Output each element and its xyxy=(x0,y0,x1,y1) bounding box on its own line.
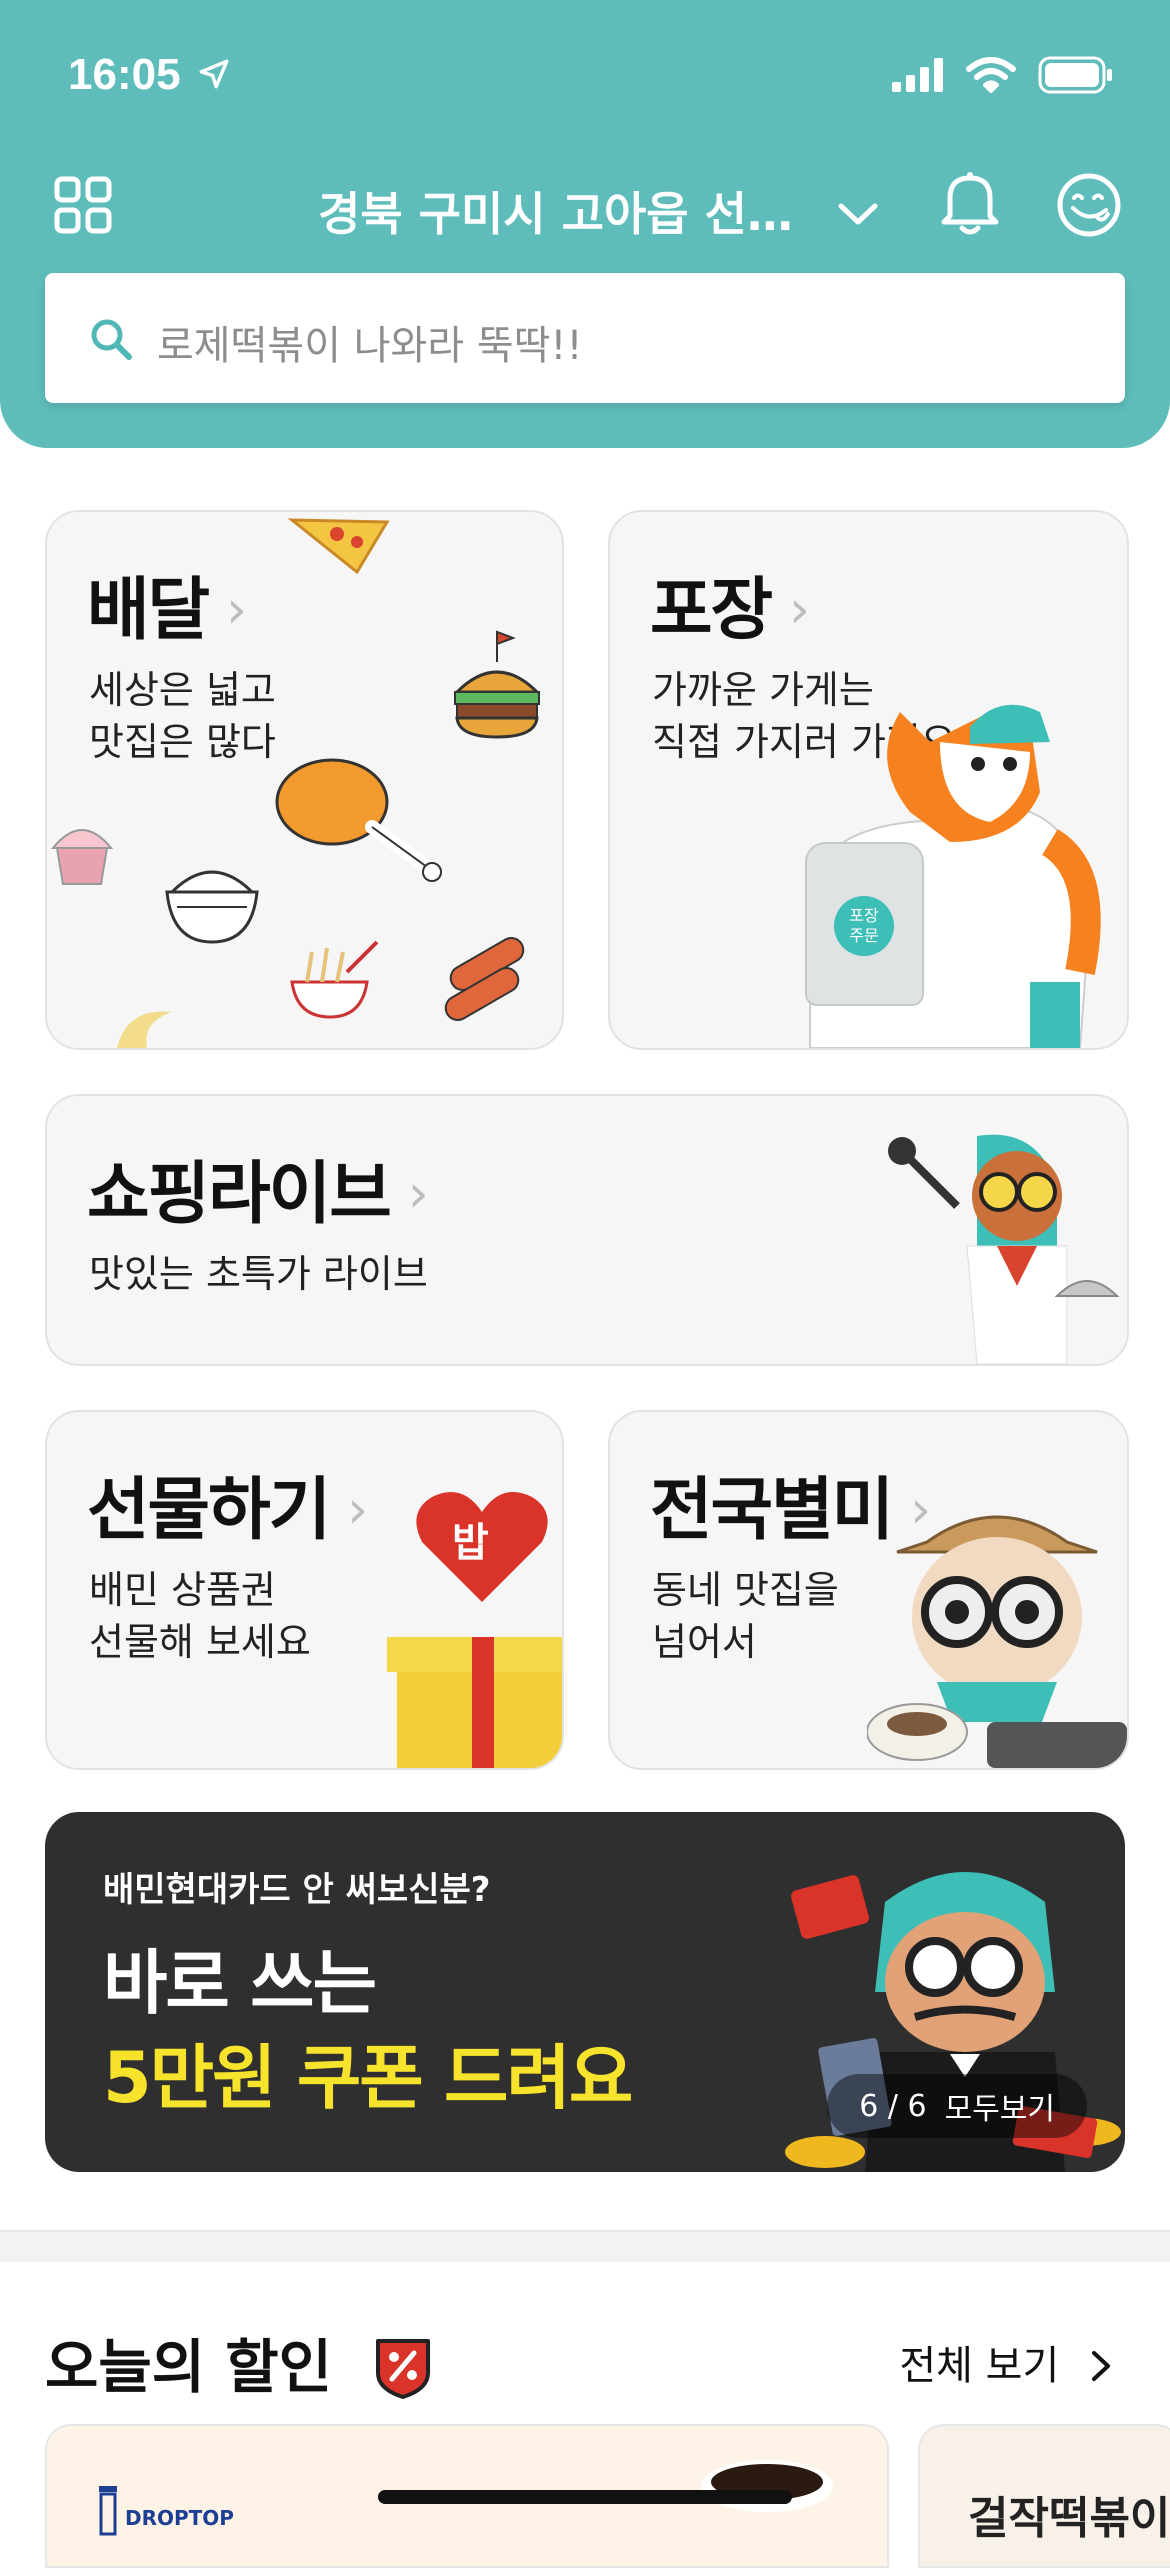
discount-badge-icon xyxy=(376,2339,431,2399)
heart-label: 밥 xyxy=(452,1520,489,1566)
section-title: 오늘의 할인 xyxy=(45,2320,434,2404)
promo-headline-1: 바로 쓰는 xyxy=(103,1942,377,2024)
status-icons xyxy=(892,56,1114,94)
promo-small-text: 배민현대카드 안 써보신분? xyxy=(103,1870,491,1910)
discount-card[interactable]: 걸작떡볶이 xyxy=(918,2424,1170,2568)
promo-headline-2: 5만원 쿠폰 드려요 xyxy=(103,2037,633,2119)
see-all-link[interactable]: 전체 보기 xyxy=(899,2333,1112,2391)
location-label: 경북 구미시 고아읍 선… xyxy=(318,187,793,241)
promo-banner[interactable]: 배민현대카드 안 써보신분? 바로 쓰는 5만원 쿠폰 드려요 6 / 6 모두… xyxy=(45,1812,1125,2172)
shopping-live-title: 쇼핑라이브 › xyxy=(87,1155,429,1234)
top-bar: 경북 구미시 고아읍 선… xyxy=(0,170,1170,250)
skewer-icon xyxy=(444,937,525,1021)
gift-subtitle: 배민 상품권 선물해 보세요 xyxy=(89,1568,311,1664)
app-header: 16:05 경북 구미시 고아읍 선… 로제떡볶이 나와라 뚝딱!! xyxy=(0,0,1170,448)
chevron-right-icon: › xyxy=(347,1480,368,1540)
cupcake-icon xyxy=(50,829,114,885)
noodle-bowl-icon xyxy=(290,940,379,1019)
section-divider xyxy=(0,2230,1170,2262)
shopping-live-subtitle: 맛있는 초특가 라이브 xyxy=(89,1252,428,1296)
takeout-bag-label: 포장 주문 xyxy=(834,896,894,956)
view-all-link[interactable]: 모두보기 xyxy=(945,2084,1055,2128)
location-arrow-icon xyxy=(199,59,229,89)
takeout-bag: 포장 주문 xyxy=(805,842,924,1006)
takeout-card[interactable]: 포장› 가까운 가게는 직접 가지러 가지요 포장 주문 xyxy=(608,510,1129,1050)
shopping-live-card[interactable]: 쇼핑라이브 › 맛있는 초특가 라이브 xyxy=(45,1094,1129,1366)
battery-icon xyxy=(1038,56,1112,94)
national-card[interactable]: 전국별미 › 동네 맛집을 넘어서 xyxy=(608,1410,1129,1770)
burger-icon xyxy=(453,630,541,739)
search-icon xyxy=(91,319,132,360)
geoljak-logo: 걸작떡볶이 xyxy=(968,2493,1170,2544)
location-selector[interactable]: 경북 구미시 고아읍 선… xyxy=(318,178,879,244)
chevron-down-icon xyxy=(838,203,878,225)
my-baemin-face-icon[interactable] xyxy=(1056,172,1122,238)
chevron-right-icon: › xyxy=(407,1164,429,1224)
status-time: 16:05 xyxy=(68,50,231,100)
wifi-icon xyxy=(966,57,1016,93)
delivery-card[interactable]: 배달 › 세상은 넓고 맛집은 많다 xyxy=(45,510,564,1050)
bell-icon[interactable] xyxy=(940,170,1000,236)
droptop-logo-text: DROPTOP xyxy=(125,2506,234,2530)
food-illustrations xyxy=(50,518,541,1048)
chicken-icon xyxy=(275,758,442,882)
banner-pager[interactable]: 6 / 6 모두보기 xyxy=(827,2074,1087,2138)
search-placeholder: 로제떡볶이 나와라 뚝딱!! xyxy=(157,323,583,369)
chevron-right-icon xyxy=(1092,2351,1110,2381)
pager-count: 6 / 6 xyxy=(859,2088,927,2124)
moon-icon xyxy=(117,1011,172,1048)
rice-bowl-icon xyxy=(165,870,259,944)
grid-menu-icon[interactable] xyxy=(54,176,112,234)
search-input[interactable]: 로제떡볶이 나와라 뚝딱!! xyxy=(45,273,1125,403)
national-subtitle: 동네 맛집을 넘어서 xyxy=(652,1568,839,1664)
binocular-character-illustration xyxy=(867,1515,1127,1768)
gift-card[interactable]: 선물하기 › 배민 상품권 선물해 보세요 밥 xyxy=(45,1410,564,1770)
home-indicator xyxy=(378,2490,792,2504)
gift-title: 선물하기 › xyxy=(87,1471,368,1550)
signal-icon xyxy=(892,58,943,92)
microphone-character-illustration xyxy=(888,1134,1120,1364)
